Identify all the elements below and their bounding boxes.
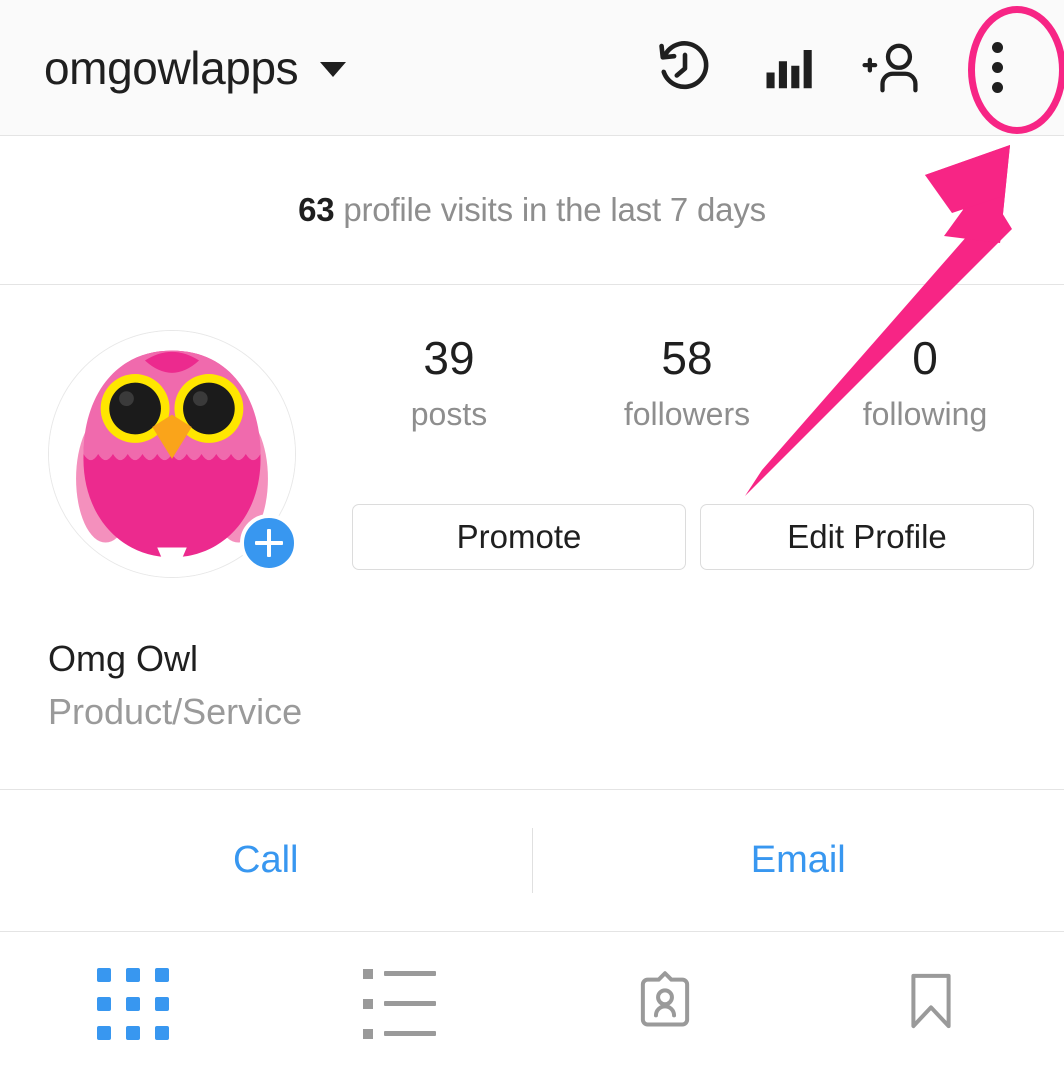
username-label: omgowlapps (44, 41, 299, 94)
stat-posts-value: 39 (423, 332, 475, 384)
display-name: Omg Owl (48, 638, 199, 679)
insights-bar-chart-icon[interactable] (758, 37, 820, 99)
chevron-down-icon (320, 62, 347, 77)
tab-list[interactable] (266, 933, 532, 1074)
profile-section: 39 posts 58 followers 0 following Promot… (0, 286, 1064, 790)
username-dropdown[interactable]: omgowlapps (44, 45, 654, 91)
stat-following-value: 0 (912, 332, 938, 384)
stat-following[interactable]: 0 following (806, 332, 1044, 433)
tab-tagged[interactable] (532, 933, 798, 1074)
profile-bio: Omg Owl Product/Service (48, 636, 302, 734)
discover-people-add-user-icon[interactable] (862, 37, 924, 99)
archive-icon[interactable] (654, 37, 716, 99)
bookmark-icon (899, 969, 963, 1038)
overflow-dots (991, 42, 1003, 93)
grid-icon (97, 967, 169, 1040)
stat-posts-label: posts (410, 396, 488, 433)
person-card-icon (633, 969, 697, 1038)
instagram-profile-screen: omgowlapps 63 profile visits in the last… (0, 0, 1064, 1074)
edit-profile-button[interactable]: Edit Profile (700, 504, 1034, 570)
profile-visits-banner[interactable]: 63 profile visits in the last 7 days (0, 136, 1064, 285)
profile-tab-bar (0, 933, 1064, 1074)
profile-stats: 39 posts 58 followers 0 following (330, 332, 1044, 433)
profile-visits-text: 63 profile visits in the last 7 days (298, 191, 766, 229)
call-button[interactable]: Call (0, 790, 532, 931)
profile-action-buttons: Promote Edit Profile (352, 504, 1034, 570)
overflow-menu-icon[interactable] (966, 37, 1028, 99)
tab-grid[interactable] (0, 933, 266, 1074)
add-to-story-button[interactable] (240, 514, 298, 572)
stat-followers[interactable]: 58 followers (568, 332, 806, 433)
tab-saved[interactable] (798, 933, 1064, 1074)
profile-visits-count: 63 (298, 191, 335, 228)
stat-posts[interactable]: 39 posts (330, 332, 568, 433)
profile-category: Product/Service (48, 691, 303, 732)
promote-button[interactable]: Promote (352, 504, 686, 570)
stat-followers-label: followers (623, 396, 751, 433)
contact-buttons-row: Call Email (0, 790, 1064, 932)
email-button[interactable]: Email (533, 790, 1064, 931)
stat-followers-value: 58 (661, 332, 713, 384)
profile-visits-description: profile visits in the last 7 days (343, 191, 766, 228)
list-icon (362, 968, 436, 1039)
header-actions (654, 37, 1028, 99)
stat-following-label: following (862, 396, 988, 433)
avatar-container[interactable] (48, 330, 298, 578)
app-header: omgowlapps (0, 0, 1064, 136)
